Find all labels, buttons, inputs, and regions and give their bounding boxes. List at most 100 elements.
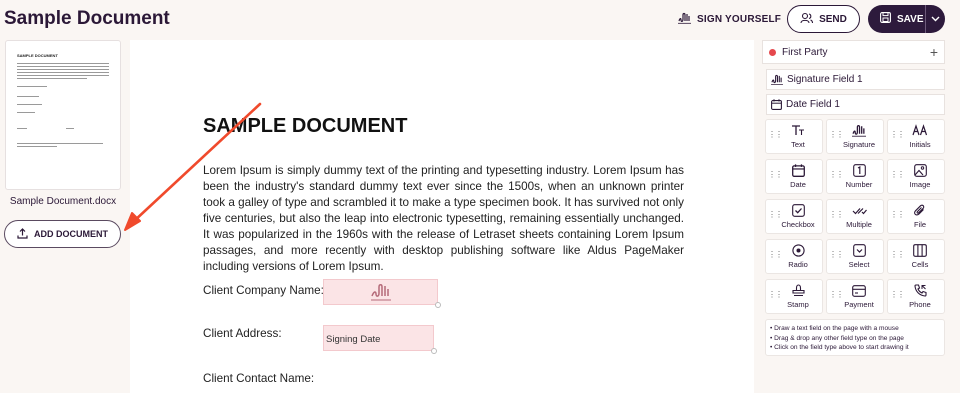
drag-handle-icon: ⋮⋮ [890,210,905,219]
field-type-stamp[interactable]: ⋮⋮ Stamp [765,279,823,314]
field-type-label: Number [845,180,873,189]
drag-handle-icon: ⋮⋮ [829,130,844,139]
assigned-field-signature[interactable]: Signature Field 1 [766,69,945,90]
sign-yourself-button[interactable]: SIGN YOURSELF [678,12,781,27]
signature-icon [678,12,691,27]
hint-item: • Click on the field type above to start… [770,344,909,351]
party-name: First Party [782,46,828,58]
field-type-label: Signature [842,140,876,149]
field-type-label: Cells [911,260,929,269]
document-body-text: Lorem Ipsum is simply dummy text of the … [203,164,684,273]
field-type-number[interactable]: ⋮⋮ Number [826,159,884,194]
drag-handle-icon: ⋮⋮ [890,250,905,259]
field-type-label: Select [848,260,870,269]
drag-handle-icon: ⋮⋮ [890,130,905,139]
signature-icon [852,125,866,137]
field-type-label: Payment [844,299,874,309]
thumbnail-title: SAMPLE DOCUMENT [17,53,58,58]
field-type-date[interactable]: ⋮⋮ Date [765,159,823,194]
assigned-field-label: Date Field 1 [786,99,840,110]
drag-handle-icon: ⋮⋮ [768,170,783,179]
thumbnail-text-line [17,128,27,130]
client-address-label: Client Address: [203,327,282,340]
field-type-initials[interactable]: ⋮⋮ Initials [887,119,945,154]
checkbox-icon [791,204,805,217]
field-type-image[interactable]: ⋮⋮ Image [887,159,945,194]
date-field-label: Signing Date [326,334,381,345]
add-party-icon[interactable]: + [930,44,938,60]
text-icon [792,125,804,135]
calendar-icon [791,164,805,177]
field-type-label: Date [790,180,806,189]
field-type-signature[interactable]: ⋮⋮ Signature [826,119,884,154]
thumbnail-text-line [17,112,35,114]
upload-icon [17,227,28,241]
add-document-button[interactable]: ADD DOCUMENT [4,220,121,248]
phone-icon [913,284,927,297]
date-field[interactable]: Signing Date [323,325,437,354]
save-options-button[interactable] [926,16,945,22]
field-type-text[interactable]: ⋮⋮ Text [765,119,823,154]
save-button[interactable]: SAVE [868,5,925,33]
field-type-label: File [913,220,927,229]
drag-handle-icon: ⋮⋮ [890,290,905,299]
number-icon [852,164,866,177]
drag-handle-icon: ⋮⋮ [768,290,783,299]
top-bar: Sample Document SIGN YOURSELF SEND SAVE [0,0,960,38]
field-type-label: Checkbox [781,220,815,229]
thumbnail-text-line [17,72,109,74]
thumbnail-text-line [17,104,42,106]
client-company-label: Client Company Name: [203,284,324,297]
signature-icon [371,284,391,301]
document-page[interactable]: SAMPLE DOCUMENT Lorem Ipsum is simply du… [130,40,754,393]
drag-handle-icon: ⋮⋮ [829,170,844,179]
field-type-grid: ⋮⋮ Text ⋮⋮ Signature ⋮⋮ Initials ⋮⋮ Date… [765,119,945,314]
client-contact-label: Client Contact Name: [203,372,315,385]
party-color-dot [769,48,776,56]
drag-handle-icon: ⋮⋮ [829,290,844,299]
send-button[interactable]: SEND [787,5,860,33]
hint-text: Drag & drop any other field type on the … [774,334,904,342]
resize-handle[interactable] [435,302,441,308]
party-selector[interactable]: First Party + [762,40,945,64]
chevron-down-icon [931,16,940,22]
field-hints: • Draw a text field on the page with a m… [765,319,945,356]
field-type-label: Multiple [846,219,872,229]
users-icon [800,12,814,27]
thumbnail-text-line [17,143,103,145]
resize-handle[interactable] [431,348,437,354]
field-type-label: Radio [788,260,808,269]
thumbnail-text-line [17,86,47,88]
hint-text: Click on the field type above to start d… [774,344,909,351]
field-type-file[interactable]: ⋮⋮ File [887,199,945,234]
field-type-checkbox[interactable]: ⋮⋮ Checkbox [765,199,823,234]
select-icon [852,244,866,257]
thumbnail-text-line [66,128,74,130]
initials-icon [912,124,928,136]
field-type-cells[interactable]: ⋮⋮ Cells [887,239,945,274]
assigned-field-date[interactable]: Date Field 1 [766,94,945,115]
save-button-group: SAVE [868,5,945,33]
hint-item: • Draw a text field on the page with a m… [770,325,899,332]
field-type-radio[interactable]: ⋮⋮ Radio [765,239,823,274]
image-icon [913,164,927,177]
signature-field[interactable] [323,279,441,308]
add-document-label: ADD DOCUMENT [34,229,108,239]
payment-icon [852,284,866,297]
document-heading: SAMPLE DOCUMENT [203,115,408,137]
field-type-multiple[interactable]: ⋮⋮ Multiple [826,199,884,234]
drag-handle-icon: ⋮⋮ [768,210,783,219]
drag-handle-icon: ⋮⋮ [890,170,905,179]
radio-icon [791,244,805,257]
field-type-payment[interactable]: ⋮⋮ Payment [826,279,884,314]
thumbnail-text-line [17,63,109,65]
field-type-phone[interactable]: ⋮⋮ Phone [887,279,945,314]
signature-icon [771,74,783,85]
sign-yourself-label: SIGN YOURSELF [697,14,782,25]
hint-text: Draw a text field on the page with a mou… [774,325,899,332]
field-type-select[interactable]: ⋮⋮ Select [826,239,884,274]
document-thumbnail[interactable]: SAMPLE DOCUMENT [5,40,121,190]
send-label: SEND [819,13,847,25]
hint-item: • Drag & drop any other field type on th… [770,334,904,342]
drag-handle-icon: ⋮⋮ [829,210,844,219]
